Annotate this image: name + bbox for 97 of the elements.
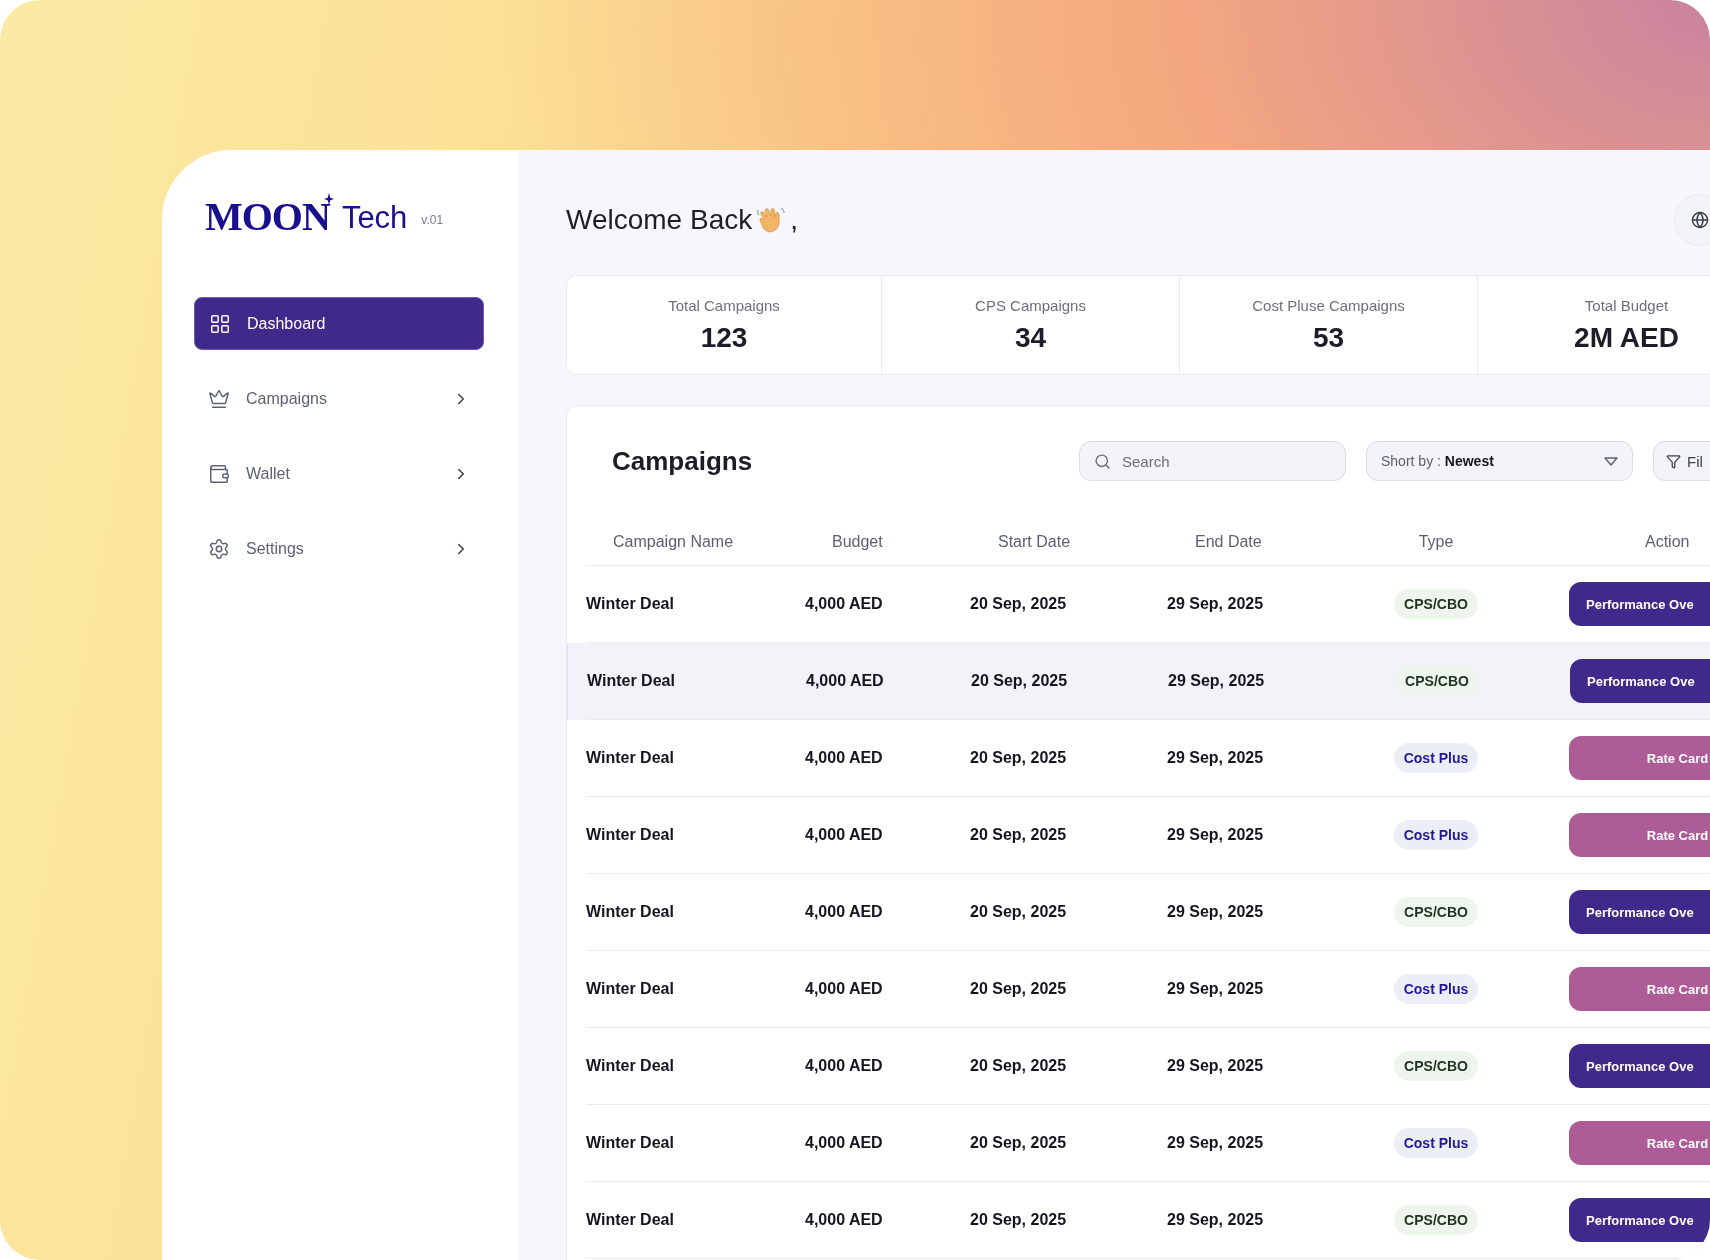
table-cell-text: Winter Deal [586, 1211, 675, 1229]
sidebar-item-label: Settings [246, 539, 305, 558]
table-cell-text: 29 Sep, 2025 [1167, 980, 1265, 998]
sidebar-item[interactable]: Campaigns [194, 372, 484, 425]
type-tag: CPS/CBO [1395, 666, 1479, 696]
column-header: Campaign Name [612, 532, 735, 551]
crown-icon [208, 387, 230, 410]
sidebar-item-label: Wallet [246, 464, 291, 483]
welcome-text: Welcome Back [566, 204, 753, 236]
table-cell-text: Winter Deal [586, 749, 675, 767]
table-cell-text: 4,000 AED [805, 1211, 884, 1229]
table-cell-text: Winter Deal [586, 595, 675, 613]
globe-icon [1691, 211, 1709, 229]
sidebar-item[interactable]: Settings [194, 522, 484, 575]
type-tag: CPS/CBO [1394, 1205, 1478, 1235]
logo-suffix: Tech [341, 201, 408, 235]
filter-icon [1666, 453, 1681, 469]
table-cell-text: 20 Sep, 2025 [970, 1134, 1068, 1152]
table-cell-text: 29 Sep, 2025 [1167, 1211, 1265, 1229]
table-cell-text: 20 Sep, 2025 [970, 1057, 1068, 1075]
table-cell-text: 4,000 AED [805, 749, 884, 767]
logo-wordmark: MOON [205, 199, 330, 235]
stat-value: 34 [1014, 321, 1047, 354]
table-cell-text: 20 Sep, 2025 [970, 595, 1068, 613]
table-cell-text: 29 Sep, 2025 [1167, 1134, 1265, 1152]
sidebar-item[interactable]: Wallet [194, 447, 484, 500]
type-tag: Cost Plus [1393, 1128, 1479, 1158]
table-cell-text: 4,000 AED [805, 595, 884, 613]
stat-label: Total Budget [1584, 296, 1669, 314]
stat-value: 53 [1312, 321, 1345, 354]
type-tag: Cost Plus [1393, 820, 1479, 850]
action-button[interactable]: Performance Ove [1569, 1198, 1710, 1242]
table-cell-text: 29 Sep, 2025 [1167, 903, 1265, 921]
stat-label: Total Campaigns [668, 296, 780, 314]
version-label: v.01 [421, 213, 444, 227]
sidebar-item-label: Dashboard [247, 314, 327, 333]
type-tag: CPS/CBO [1394, 1051, 1478, 1081]
table-cell-text: Winter Deal [586, 1057, 675, 1075]
search-icon [1094, 452, 1111, 470]
sidebar-item[interactable]: Dashboard [194, 297, 484, 350]
waving-hand-icon [756, 205, 787, 235]
table-row[interactable]: Winter Deal 4,000 AED 20 Sep, 2025 29 Sep, 2025 CPS/CBO Performance Ove [567, 643, 1710, 720]
sidebar-item-label: Campaigns [246, 389, 328, 408]
action-button[interactable]: Rate Card [1569, 736, 1710, 780]
column-header: Type [1417, 532, 1455, 551]
table-cell-text: 20 Sep, 2025 [970, 980, 1068, 998]
dropdown-triangle-icon [1604, 456, 1618, 466]
table-cell-text: 4,000 AED [805, 980, 884, 998]
table-cell-text: 29 Sep, 2025 [1167, 1057, 1265, 1075]
table-cell-text: 20 Sep, 2025 [970, 826, 1068, 844]
table-cell-text: 4,000 AED [806, 672, 885, 690]
search-input[interactable]: Search [1120, 451, 1331, 471]
stat-label: CPS Campaigns [975, 296, 1086, 314]
column-header: End Date [1194, 532, 1263, 551]
type-tag: Cost Plus [1393, 743, 1479, 773]
table-cell-text: 29 Sep, 2025 [1167, 749, 1265, 767]
table-cell-text: 29 Sep, 2025 [1167, 595, 1265, 613]
type-tag: CPS/CBO [1394, 589, 1478, 619]
table-cell-text: 4,000 AED [805, 1057, 884, 1075]
column-header: Start Date [997, 532, 1072, 551]
filter-button[interactable]: Fil [1653, 441, 1710, 481]
type-tag: CPS/CBO [1394, 897, 1478, 927]
table-cell-text: 20 Sep, 2025 [971, 672, 1069, 690]
table-cell-text: 29 Sep, 2025 [1167, 826, 1265, 844]
table-cell-text: Winter Deal [586, 1134, 675, 1152]
stat-label: Cost Pluse Campaigns [1252, 296, 1405, 314]
card-title: Campaigns [612, 445, 754, 477]
table-cell-text: 4,000 AED [805, 826, 884, 844]
action-button[interactable]: Performance Ove [1569, 890, 1710, 934]
search-field[interactable]: Search [1079, 441, 1346, 481]
stat-value: 2M AED [1574, 321, 1679, 354]
sparkle-icon [323, 193, 334, 205]
table-cell-text: 29 Sep, 2025 [1168, 672, 1266, 690]
action-button[interactable]: Performance Ove [1569, 582, 1710, 626]
stat-value: 123 [700, 321, 748, 354]
grid-icon [209, 312, 231, 335]
action-button[interactable]: Rate Card [1569, 967, 1710, 1011]
table-cell-text: 20 Sep, 2025 [970, 903, 1068, 921]
settings-icon [208, 537, 230, 560]
action-button[interactable]: Rate Card [1569, 1121, 1710, 1165]
table-cell-text: Winter Deal [586, 903, 675, 921]
action-button[interactable]: Performance Ove [1569, 1044, 1710, 1088]
sort-dropdown[interactable]: Short by : Newest [1366, 441, 1633, 481]
table-cell-text: Winter Deal [586, 980, 675, 998]
action-button[interactable]: Rate Card [1569, 813, 1710, 857]
column-header: Action [1644, 532, 1691, 551]
table-cell-text: 20 Sep, 2025 [970, 749, 1068, 767]
wallet-icon [208, 462, 230, 485]
column-header: Budget [831, 532, 884, 551]
table-cell-text: Winter Deal [587, 672, 676, 690]
table-cell-text: 4,000 AED [805, 903, 884, 921]
action-button[interactable]: Performance Ove [1570, 659, 1710, 703]
table-cell-text: Winter Deal [586, 826, 675, 844]
welcome-comma: , [790, 204, 798, 236]
table-cell-text: 20 Sep, 2025 [970, 1211, 1068, 1229]
table-cell-text: 4,000 AED [805, 1134, 884, 1152]
type-tag: Cost Plus [1393, 974, 1479, 1004]
